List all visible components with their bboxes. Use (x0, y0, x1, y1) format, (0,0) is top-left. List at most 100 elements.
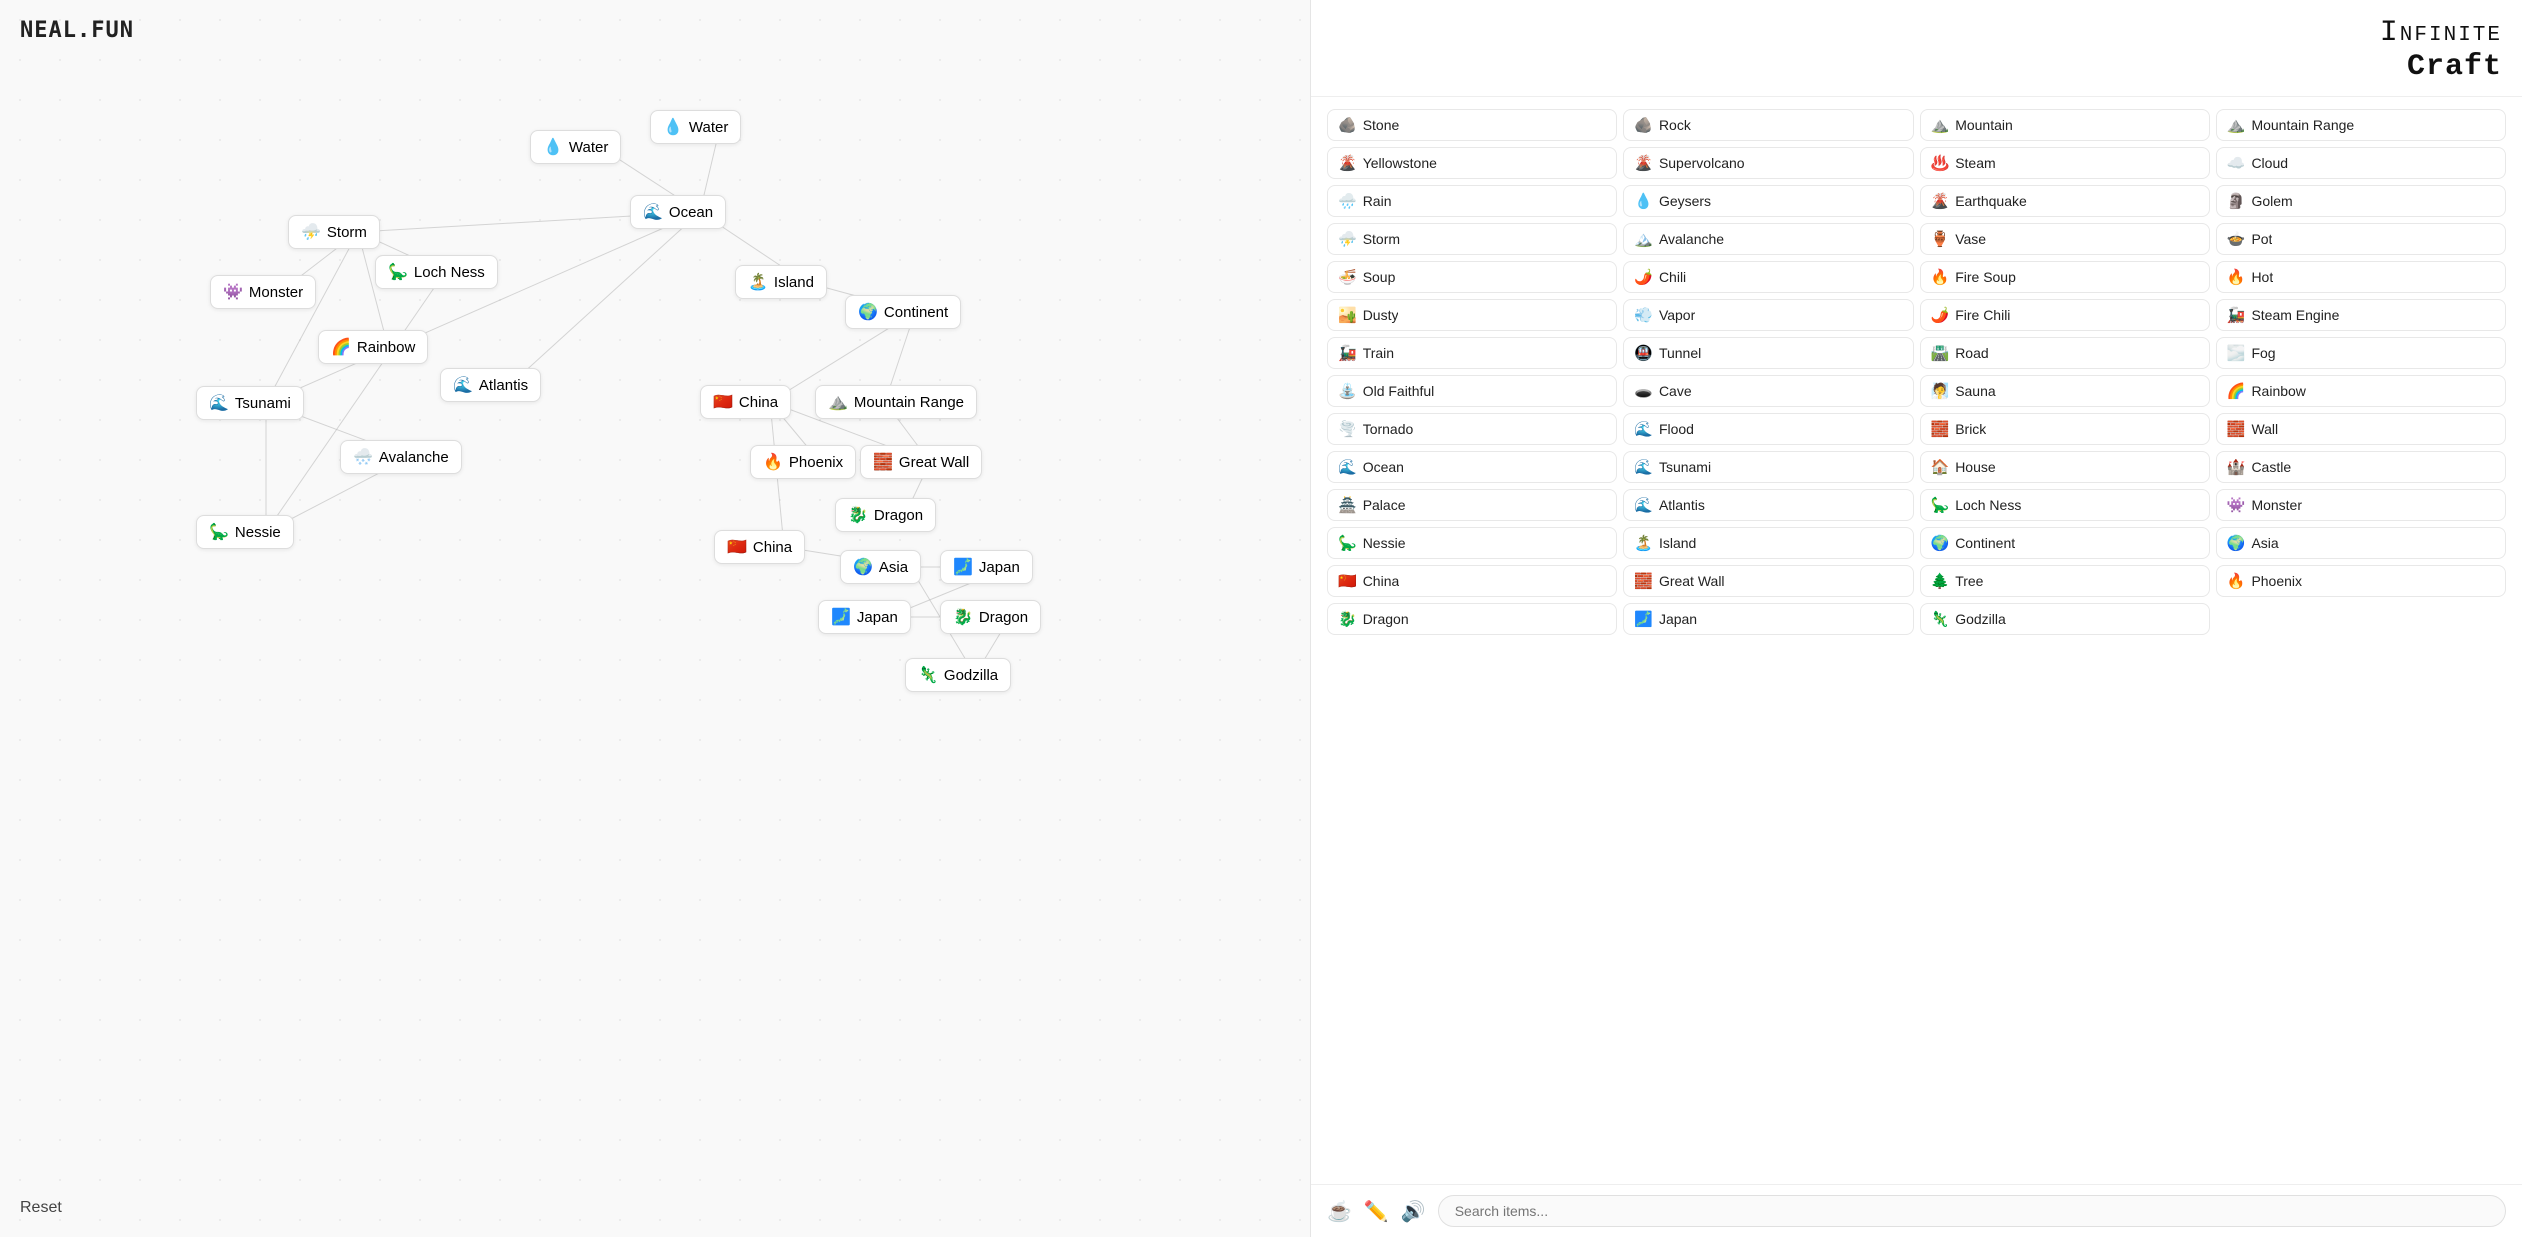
sidebar-item[interactable]: 🔥Phoenix (2216, 565, 2506, 597)
sidebar-item[interactable]: 🦕Loch Ness (1920, 489, 2210, 521)
craft-node-mountain_range[interactable]: ⛰️Mountain Range (815, 385, 977, 419)
sidebar-item[interactable]: 🏔️Avalanche (1623, 223, 1913, 255)
sidebar-item[interactable]: 🏠House (1920, 451, 2210, 483)
craft-node-china2[interactable]: 🇨🇳China (714, 530, 805, 564)
coffee-icon[interactable]: ☕ (1327, 1199, 1352, 1224)
craft-node-japan2[interactable]: 🗾Japan (818, 600, 911, 634)
node-label: Dragon (874, 507, 923, 524)
sidebar-item[interactable]: 🪨Stone (1327, 109, 1617, 141)
craft-node-water1[interactable]: 💧Water (530, 130, 621, 164)
sidebar-item[interactable]: 🛣️Road (1920, 337, 2210, 369)
craft-node-atlantis[interactable]: 🌊Atlantis (440, 368, 541, 402)
item-label: Palace (1363, 497, 1406, 513)
sidebar-item[interactable]: 🌈Rainbow (2216, 375, 2506, 407)
craft-node-dragon2[interactable]: 🐉Dragon (940, 600, 1041, 634)
item-emoji: 🚂 (1338, 344, 1357, 362)
sidebar-item[interactable]: ⛲Old Faithful (1327, 375, 1617, 407)
sidebar-item[interactable]: 🌫️Fog (2216, 337, 2506, 369)
item-emoji: 🚂 (2227, 306, 2246, 324)
craft-node-asia[interactable]: 🌍Asia (840, 550, 921, 584)
sidebar-item[interactable]: 🧱Great Wall (1623, 565, 1913, 597)
sound-icon[interactable]: 🔊 (1401, 1199, 1426, 1224)
sidebar-item[interactable]: 🏝️Island (1623, 527, 1913, 559)
item-label: Soup (1363, 269, 1396, 285)
craft-node-water2[interactable]: 💧Water (650, 110, 741, 144)
reset-button[interactable]: Reset (20, 1199, 62, 1217)
sidebar-item[interactable]: ⛰️Mountain (1920, 109, 2210, 141)
item-emoji: 🍜 (1338, 268, 1357, 286)
sidebar-item[interactable]: 🦎Godzilla (1920, 603, 2210, 635)
sidebar-item[interactable]: 🚇Tunnel (1623, 337, 1913, 369)
sidebar-item[interactable]: 🪨Rock (1623, 109, 1913, 141)
sidebar-item[interactable]: 🇨🇳China (1327, 565, 1617, 597)
sidebar-item[interactable]: ☁️Cloud (2216, 147, 2506, 179)
craft-node-storm[interactable]: ⛈️Storm (288, 215, 380, 249)
sidebar-item[interactable]: 🌪️Tornado (1327, 413, 1617, 445)
craft-node-rainbow[interactable]: 🌈Rainbow (318, 330, 428, 364)
sidebar-item[interactable]: 🍜 Soup (1327, 261, 1617, 293)
sidebar-item[interactable]: 🗾Japan (1623, 603, 1913, 635)
sidebar-item[interactable]: 🌊Ocean (1327, 451, 1617, 483)
sidebar-item[interactable]: 🌋Supervolcano (1623, 147, 1913, 179)
craft-node-lochness[interactable]: 🦕Loch Ness (375, 255, 498, 289)
item-emoji: 🌋 (1338, 154, 1357, 172)
sidebar-item[interactable]: ⛈️Storm (1327, 223, 1617, 255)
sidebar-item[interactable]: 🌶️Chili (1623, 261, 1913, 293)
sidebar-item[interactable]: 🌶️Fire Chili (1920, 299, 2210, 331)
sidebar-item[interactable]: 🔥Hot (2216, 261, 2506, 293)
sidebar-item[interactable]: 🏺Vase (1920, 223, 2210, 255)
sidebar-item[interactable]: 👾Monster (2216, 489, 2506, 521)
item-emoji: 🕳️ (1634, 382, 1653, 400)
sidebar-item[interactable]: 🏯Palace (1327, 489, 1617, 521)
craft-node-tsunami[interactable]: 🌊Tsunami (196, 386, 304, 420)
sidebar-item[interactable]: 🌋Yellowstone (1327, 147, 1617, 179)
sidebar-item[interactable]: 💧Geysers (1623, 185, 1913, 217)
item-label: Avalanche (1659, 231, 1724, 247)
edit-icon[interactable]: ✏️ (1364, 1199, 1389, 1224)
sidebar-item[interactable]: 🚂Train (1327, 337, 1617, 369)
item-label: Atlantis (1659, 497, 1705, 513)
sidebar-item[interactable]: ⛰️Mountain Range (2216, 109, 2506, 141)
sidebar-item[interactable]: 🏰Castle (2216, 451, 2506, 483)
sidebar-item[interactable]: 🌲Tree (1920, 565, 2210, 597)
craft-node-island[interactable]: 🏝️Island (735, 265, 827, 299)
sidebar-item[interactable]: 🧖Sauna (1920, 375, 2210, 407)
sidebar-item[interactable]: 🏜️Dusty (1327, 299, 1617, 331)
item-emoji: 🏜️ (1338, 306, 1357, 324)
sidebar-item[interactable]: 🚂Steam Engine (2216, 299, 2506, 331)
sidebar-item[interactable]: 🧱Brick (1920, 413, 2210, 445)
sidebar-item[interactable]: 🌋Earthquake (1920, 185, 2210, 217)
craft-node-china1[interactable]: 🇨🇳China (700, 385, 791, 419)
sidebar-item[interactable]: 🌧️Rain (1327, 185, 1617, 217)
sidebar-item[interactable]: 🦕Nessie (1327, 527, 1617, 559)
craft-node-nessie[interactable]: 🦕Nessie (196, 515, 294, 549)
sidebar-item[interactable]: 🐉Dragon (1327, 603, 1617, 635)
craft-node-japan1[interactable]: 🗾Japan (940, 550, 1033, 584)
sidebar-item[interactable]: 🌊Flood (1623, 413, 1913, 445)
craft-node-dragon[interactable]: 🐉Dragon (835, 498, 936, 532)
search-input[interactable] (1438, 1195, 2506, 1227)
craft-node-ocean[interactable]: 🌊Ocean (630, 195, 726, 229)
sidebar-item[interactable]: ♨️Steam (1920, 147, 2210, 179)
sidebar-item[interactable]: 💨Vapor (1623, 299, 1913, 331)
craft-node-continent[interactable]: 🌍Continent (845, 295, 961, 329)
sidebar-item[interactable]: 🌊Atlantis (1623, 489, 1913, 521)
craft-node-avalanche[interactable]: 🌨️Avalanche (340, 440, 462, 474)
craft-node-monster[interactable]: 👾Monster (210, 275, 316, 309)
item-emoji: 🗾 (1634, 610, 1653, 628)
node-emoji: 🐉 (953, 607, 973, 627)
item-label: Tornado (1363, 421, 1414, 437)
sidebar-item[interactable]: 🌍Asia (2216, 527, 2506, 559)
sidebar-item[interactable]: 🔥Fire Soup (1920, 261, 2210, 293)
sidebar-item[interactable]: 🕳️Cave (1623, 375, 1913, 407)
sidebar-item[interactable]: 🌍Continent (1920, 527, 2210, 559)
craft-node-phoenix[interactable]: 🔥Phoenix (750, 445, 856, 479)
item-emoji: 🌶️ (1634, 268, 1653, 286)
craft-node-great_wall[interactable]: 🧱Great Wall (860, 445, 982, 479)
node-emoji: 🦕 (209, 522, 229, 542)
sidebar-item[interactable]: 🌊Tsunami (1623, 451, 1913, 483)
sidebar-item[interactable]: 🧱Wall (2216, 413, 2506, 445)
craft-node-godzilla[interactable]: 🦎Godzilla (905, 658, 1011, 692)
sidebar-item[interactable]: 🍲Pot (2216, 223, 2506, 255)
sidebar-item[interactable]: 🗿Golem (2216, 185, 2506, 217)
